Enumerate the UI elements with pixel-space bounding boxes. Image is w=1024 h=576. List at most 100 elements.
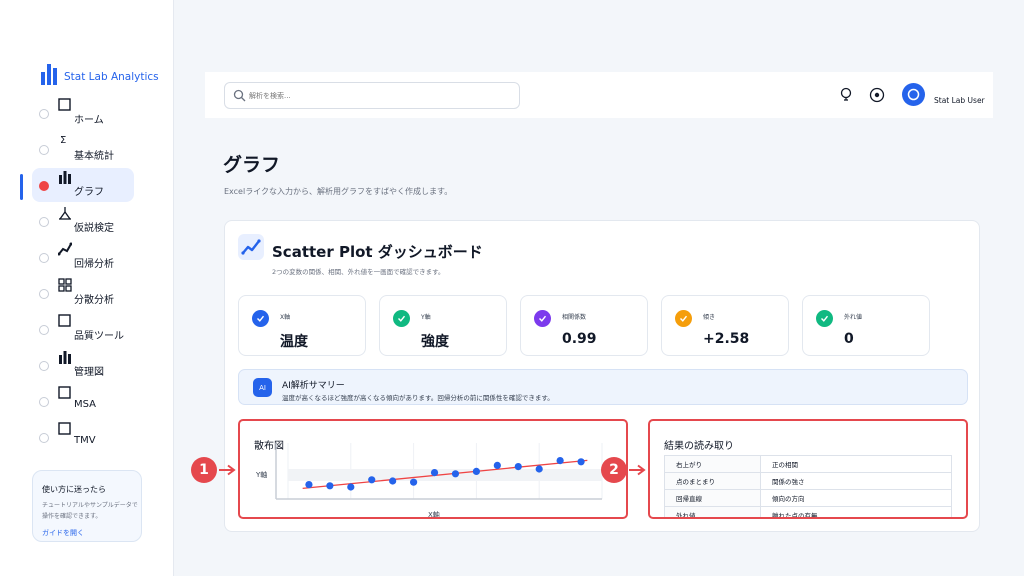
check-icon: [393, 310, 410, 327]
stat-value: 0: [844, 331, 854, 347]
sidebar-item[interactable]: 管理図: [32, 348, 134, 382]
stat-label: 傾き: [703, 314, 716, 321]
guide-link[interactable]: ガイドを開く: [42, 528, 141, 538]
stat-label: X軸: [280, 314, 291, 321]
user-avatar[interactable]: [902, 83, 925, 106]
stat-card: 傾き +2.58: [661, 295, 789, 356]
sidebar-item[interactable]: 分散分析: [32, 276, 134, 310]
scatter-point: [389, 477, 397, 485]
nav-radio[interactable]: [39, 397, 49, 407]
help-description: チュートリアルやサンプルデータで操作を確認できます。: [42, 502, 138, 520]
nav-radio[interactable]: [39, 181, 49, 191]
stat-label: 相関係数: [562, 314, 587, 321]
sidebar-item-label: MSA: [74, 399, 97, 410]
scatter-point: [535, 465, 543, 473]
reading-title: 結果の読み取り: [664, 441, 734, 452]
grid-icon: [58, 278, 72, 292]
sidebar-item-label: グラフ: [74, 187, 104, 198]
scatter-point: [305, 481, 313, 489]
y-axis-label: Y軸: [255, 470, 267, 479]
brand[interactable]: Stat Lab Analytics: [40, 60, 159, 86]
table-row: 右上がり 正の相関: [664, 455, 952, 473]
scatter-point: [430, 469, 439, 477]
check-icon: [816, 310, 833, 327]
table-row: 回帰直線 傾向の方向: [664, 489, 952, 507]
sidebar-item[interactable]: Σ 基本統計: [32, 132, 134, 166]
scatter-point: [493, 461, 501, 469]
reading-meaning: 関係の強さ: [760, 472, 952, 490]
flask-icon: [59, 207, 71, 220]
target-icon[interactable]: [868, 86, 886, 104]
callout-arrow-2: [629, 464, 646, 476]
callout-2: 2: [601, 457, 627, 483]
brand-name: Stat Lab Analytics: [64, 71, 159, 83]
scatter-point: [472, 467, 480, 475]
stat-value: +2.58: [703, 331, 750, 347]
bar-chart-icon: [59, 171, 71, 184]
dashboard-subtitle: 2つの変数の関係、相関、外れ値を一画面で確認できます。: [272, 268, 445, 276]
user-ring-icon: [907, 88, 920, 101]
nav-radio[interactable]: [39, 325, 49, 335]
sidebar-item[interactable]: グラフ: [32, 168, 134, 202]
nav-radio[interactable]: [39, 109, 49, 119]
check-icon: [252, 310, 269, 327]
square-icon: [58, 386, 71, 399]
user-name[interactable]: Stat Lab User: [934, 96, 985, 105]
nav-radio[interactable]: [39, 217, 49, 227]
sidebar-item-label: 管理図: [74, 367, 104, 378]
reading-meaning: 離れた点の有無: [760, 506, 952, 517]
scatter-point: [451, 470, 460, 478]
sidebar-item[interactable]: MSA: [32, 384, 134, 418]
nav-radio[interactable]: [39, 253, 49, 263]
scatter-point: [368, 476, 376, 484]
nav-radio[interactable]: [39, 361, 49, 371]
dashboard-title: Scatter Plot ダッシュボード: [272, 243, 483, 261]
ai-summary-title: AI解析サマリー: [282, 381, 345, 391]
trend-line-icon: [58, 242, 72, 256]
stat-card: Y軸 強度: [379, 295, 507, 356]
sidebar-item-label: 分散分析: [74, 295, 114, 306]
sigma-icon: Σ: [60, 135, 66, 146]
scatter-dashboard-card: Scatter Plot ダッシュボード 2つの変数の関係、相関、外れ値を一画面…: [224, 220, 980, 532]
help-title: 使い方に迷ったら: [42, 485, 106, 494]
stat-value: 温度: [280, 334, 308, 350]
stat-card: 外れ値 0: [802, 295, 930, 356]
nav-radio[interactable]: [39, 433, 49, 443]
logo-bars-icon: [41, 64, 57, 85]
stat-card: X軸温度: [238, 295, 366, 356]
scatter-panel: 散布図 Y軸 X軸: [238, 419, 628, 519]
reading-term: 点のまとまり: [664, 472, 761, 490]
sidebar-item[interactable]: ホーム: [32, 96, 134, 130]
sidebar-item-label: 仮説検定: [74, 223, 114, 234]
sidebar-item[interactable]: 仮説検定: [32, 204, 134, 238]
stat-label: Y軸: [421, 314, 431, 321]
sidebar-item[interactable]: TMV: [32, 420, 134, 454]
ai-summary: AI AI解析サマリー 温度が高くなるほど強度が高くなる傾向があります。回帰分析…: [238, 369, 968, 405]
sidebar-item-label: ホーム: [74, 115, 104, 126]
scatter-point: [556, 457, 564, 465]
sidebar-item-label: 回帰分析: [74, 259, 114, 270]
nav-radio[interactable]: [39, 145, 49, 155]
check-icon: [534, 310, 551, 327]
callout-1: 1: [191, 457, 217, 483]
check-icon: [675, 310, 692, 327]
nav-radio[interactable]: [39, 289, 49, 299]
sidebar-item-label: 品質ツール: [74, 331, 124, 342]
scatter-chart[interactable]: Y軸 X軸: [240, 421, 626, 517]
reading-meaning: 正の相関: [760, 455, 952, 473]
trend-chart-icon: [241, 239, 261, 255]
active-indicator: [20, 174, 23, 200]
sidebar-item[interactable]: 回帰分析: [32, 240, 134, 274]
reading-term: 回帰直線: [664, 489, 761, 507]
lightbulb-icon[interactable]: [837, 86, 855, 104]
search-box[interactable]: [224, 82, 520, 109]
stat-card: 相関係数 0.99: [520, 295, 648, 356]
sidebar-item-label: 基本統計: [74, 151, 114, 162]
search-input[interactable]: [249, 88, 509, 104]
scatter-point: [577, 458, 585, 466]
square-icon: [58, 422, 71, 435]
scatter-point: [347, 483, 355, 491]
stat-label: 外れ値: [844, 314, 863, 321]
help-card: 使い方に迷ったら チュートリアルやサンプルデータで操作を確認できます。 ガイドを…: [32, 470, 142, 542]
sidebar-item[interactable]: 品質ツール: [32, 312, 134, 346]
